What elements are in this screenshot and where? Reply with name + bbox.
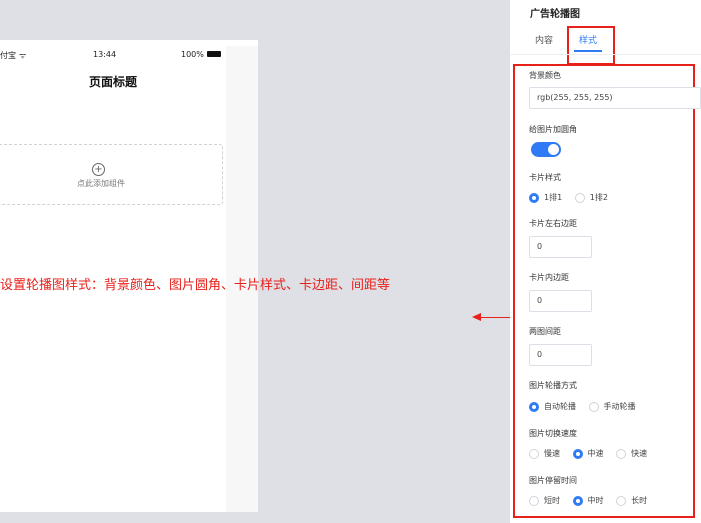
card-style-option-1x2[interactable]: 1排2 bbox=[574, 192, 608, 203]
phone-screen: 付宝 ᯤ 13:44 100% 页面标题 + 点此添加组件 bbox=[0, 40, 226, 418]
radio-icon bbox=[529, 448, 539, 459]
radio-icon bbox=[616, 448, 627, 459]
annotation-arrow-icon bbox=[472, 313, 481, 321]
switch-speed-label: 图片切换速度 bbox=[529, 429, 577, 438]
stay-time-long[interactable]: 长时 bbox=[616, 495, 647, 506]
radio-icon bbox=[572, 495, 583, 506]
status-carrier: 付宝 ᯤ bbox=[0, 51, 27, 60]
card-style-label: 卡片样式 bbox=[529, 173, 561, 182]
panel-divider bbox=[510, 54, 701, 55]
card-padding-input[interactable]: 0 bbox=[529, 290, 592, 312]
bg-color-input[interactable]: rgb(255, 255, 255) bbox=[529, 87, 701, 109]
image-gap-label: 两图间距 bbox=[529, 327, 561, 336]
switch-speed-fast[interactable]: 快速 bbox=[616, 448, 647, 459]
carousel-mode-manual[interactable]: 手动轮播 bbox=[588, 401, 636, 412]
radio-icon bbox=[529, 192, 539, 203]
tab-highlight-box bbox=[567, 26, 615, 65]
bg-color-label: 背景颜色 bbox=[529, 71, 561, 80]
radio-icon bbox=[574, 192, 585, 203]
stay-time-label: 图片停留时间 bbox=[529, 476, 577, 485]
settings-panel: 广告轮播图 内容 样式 背景颜色 rgb(255, 255, 255) 给图片加… bbox=[510, 0, 701, 523]
card-style-radio-group: 1排1 1排2 bbox=[529, 192, 618, 205]
radio-icon bbox=[588, 401, 599, 412]
radio-icon bbox=[529, 401, 539, 412]
card-lr-margin-label: 卡片左右边距 bbox=[529, 219, 577, 228]
switch-speed-slow[interactable]: 慢速 bbox=[529, 448, 560, 459]
annotation-text: 设置轮播图样式：背景颜色、图片圆角、卡片样式、卡边距、间距等 bbox=[0, 278, 391, 293]
radio-icon bbox=[572, 448, 583, 459]
stay-time-medium[interactable]: 中时 bbox=[572, 495, 604, 506]
switch-speed-radio-group: 慢速 中速 快速 bbox=[529, 448, 657, 461]
radio-icon bbox=[616, 495, 627, 506]
add-component-label: 点此添加组件 bbox=[77, 179, 125, 188]
radius-toggle[interactable] bbox=[531, 142, 561, 157]
add-component-area[interactable]: + 点此添加组件 bbox=[0, 144, 223, 205]
carousel-mode-auto[interactable]: 自动轮播 bbox=[529, 401, 576, 412]
editor-canvas: 付宝 ᯤ 13:44 100% 页面标题 + 点此添加组件 设置轮播图样式：背景颜… bbox=[0, 0, 514, 523]
radio-icon bbox=[529, 495, 539, 506]
panel-title: 广告轮播图 bbox=[530, 9, 580, 20]
card-padding-label: 卡片内边距 bbox=[529, 273, 569, 282]
image-gap-input[interactable]: 0 bbox=[529, 344, 592, 366]
toggle-knob bbox=[548, 144, 559, 155]
radius-label: 给图片加圆角 bbox=[529, 125, 577, 134]
plus-circle-icon: + bbox=[92, 163, 105, 176]
stay-time-short[interactable]: 短时 bbox=[529, 495, 560, 506]
tab-content[interactable]: 内容 bbox=[535, 33, 553, 46]
carousel-mode-label: 图片轮播方式 bbox=[529, 381, 577, 390]
stay-time-radio-group: 短时 中时 长时 bbox=[529, 495, 657, 508]
card-style-option-1x1[interactable]: 1排1 bbox=[529, 192, 562, 203]
wifi-icon: ᯤ bbox=[19, 51, 27, 60]
annotation-arrow-line bbox=[480, 317, 514, 318]
status-time: 13:44 bbox=[93, 50, 117, 59]
switch-speed-medium[interactable]: 中速 bbox=[572, 448, 604, 459]
battery-icon bbox=[206, 50, 221, 57]
status-battery: 100% bbox=[181, 50, 221, 59]
card-lr-margin-input[interactable]: 0 bbox=[529, 236, 592, 258]
page-title: 页面标题 bbox=[88, 75, 137, 89]
carousel-mode-radio-group: 自动轮播 手动轮播 bbox=[529, 401, 646, 414]
